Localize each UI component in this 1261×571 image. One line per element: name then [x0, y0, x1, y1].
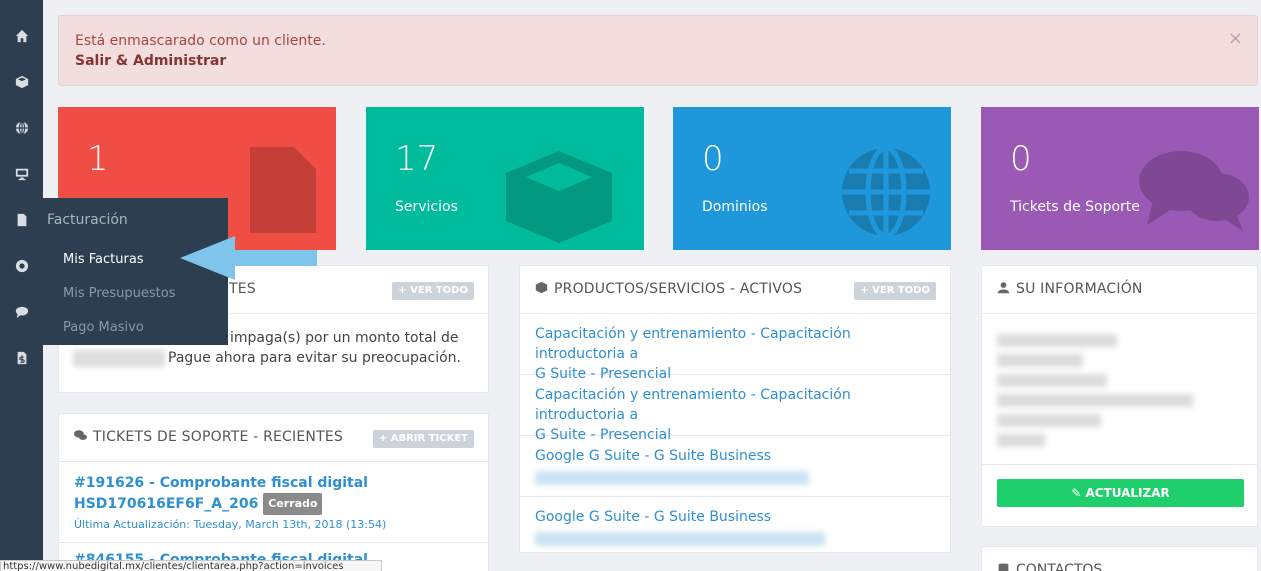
comment-icon[interactable] — [0, 297, 43, 327]
view-all-products-button[interactable]: + VER TODO — [854, 282, 936, 300]
products-panel-title: PRODUCTOS/SERVICIOS - ACTIVOS — [535, 281, 802, 297]
contacts-panel-title: CONTACTOS — [997, 562, 1102, 571]
view-all-invoices-button[interactable]: + VER TODO — [392, 282, 474, 300]
tile-tickets-label: Tickets de Soporte — [1010, 199, 1140, 215]
tile-support-tickets[interactable]: 0 Tickets de Soporte — [981, 107, 1259, 250]
list-item[interactable]: Capacitación y entrenamiento - Capacitac… — [520, 375, 950, 443]
open-ticket-button[interactable]: + ABRIR TICKET — [372, 430, 474, 448]
exit-admin-link[interactable]: Salir & Administrar — [75, 53, 226, 69]
cube-icon — [535, 281, 548, 294]
menu-item-mis-presupuestos[interactable]: Mis Presupuestos — [63, 286, 176, 301]
file-dollar-icon[interactable] — [0, 343, 43, 373]
blurred-address — [997, 334, 1193, 454]
file-icon — [250, 147, 316, 237]
comments-icon — [74, 430, 87, 440]
browser-status-url: https://www.nubedigital.mx/clientes/clie… — [0, 560, 382, 571]
status-badge: Cerrado — [263, 493, 323, 515]
contacts-icon — [998, 563, 1009, 571]
info-panel: SU INFORMACIÓN ✎ ACTUALIZAR — [981, 265, 1258, 527]
monitor-icon[interactable] — [0, 159, 43, 189]
close-icon[interactable]: × — [1228, 30, 1243, 48]
tile-invoices-count: 1 — [87, 139, 109, 179]
lifering-icon[interactable] — [0, 251, 43, 281]
ticket-updated: Última Actualización: Tuesday, March 13t… — [74, 518, 387, 531]
blurred-email — [535, 532, 825, 546]
ticket-title-suffix[interactable]: HSD170616EF6F_A_206 — [74, 496, 258, 512]
globe-icon[interactable] — [0, 113, 43, 143]
list-item[interactable]: Google G Suite - G Suite Business — [520, 436, 950, 497]
tile-services[interactable]: 17 Servicios — [366, 107, 644, 250]
globe-icon — [841, 145, 931, 241]
file-icon[interactable] — [0, 205, 43, 235]
tile-services-count: 17 — [395, 139, 439, 179]
sidebar — [0, 0, 43, 571]
ticket-title[interactable]: #191626 - Comprobante fiscal digital — [74, 473, 474, 493]
list-item[interactable]: Capacitación y entrenamiento - Capacitac… — [520, 314, 950, 382]
tile-domains[interactable]: 0 Dominios — [673, 107, 951, 250]
flyout-title: Facturación — [47, 212, 128, 228]
cube-icon[interactable] — [0, 67, 43, 97]
tile-services-label: Servicios — [395, 199, 458, 215]
menu-item-pago-masivo[interactable]: Pago Masivo — [63, 320, 144, 335]
info-panel-title: SU INFORMACIÓN — [997, 281, 1143, 297]
ticket-item[interactable]: #191626 - Comprobante fiscal digital HSD… — [74, 473, 474, 531]
alert-text: Está enmascarado como un cliente. — [75, 33, 326, 49]
products-panel: PRODUCTOS/SERVICIOS - ACTIVOS + VER TODO… — [519, 265, 951, 553]
tile-tickets-count: 0 — [1010, 139, 1032, 179]
invoices-text-line2: Pague ahora para evitar su preocupación. — [168, 350, 461, 366]
tile-domains-label: Dominios — [702, 199, 768, 215]
home-icon[interactable] — [0, 21, 43, 51]
invoices-text-line1: impaga(s) por un monto total de — [230, 330, 459, 346]
list-item[interactable]: Google G Suite - G Suite Business — [520, 497, 950, 554]
contacts-panel: CONTACTOS — [981, 546, 1258, 571]
tickets-panel-title: TICKETS DE SOPORTE - RECIENTES — [74, 429, 343, 445]
blurred-amount — [73, 350, 165, 367]
masquerade-alert: Está enmascarado como un cliente. Salir … — [58, 15, 1258, 86]
blurred-email — [535, 471, 809, 485]
cube-icon — [506, 151, 612, 247]
tile-domains-count: 0 — [702, 139, 724, 179]
pointer-arrow-icon — [180, 236, 317, 280]
user-icon — [997, 282, 1010, 294]
invoices-panel-title: TES — [229, 281, 256, 297]
tickets-panel: TICKETS DE SOPORTE - RECIENTES + ABRIR T… — [58, 413, 489, 571]
comments-icon — [1139, 149, 1249, 237]
update-button[interactable]: ✎ ACTUALIZAR — [997, 479, 1244, 507]
menu-item-mis-facturas[interactable]: Mis Facturas — [63, 252, 144, 267]
